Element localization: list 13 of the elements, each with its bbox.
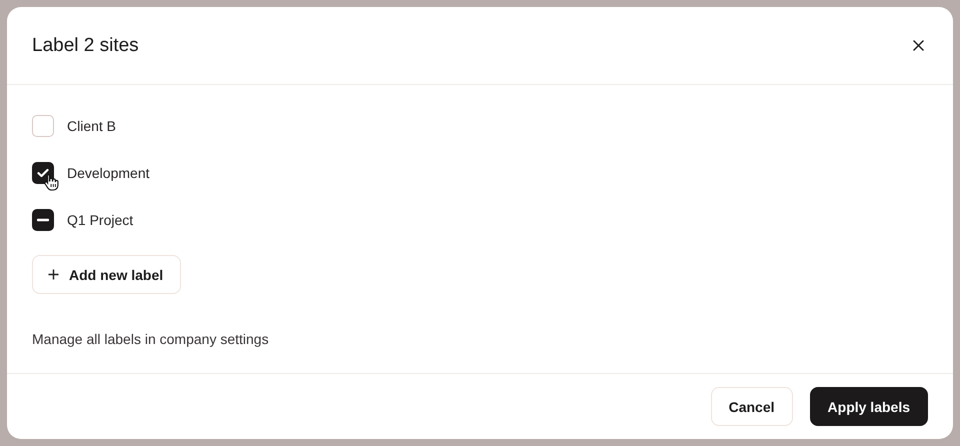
checkbox[interactable]: [32, 209, 54, 231]
close-icon: [913, 40, 924, 51]
add-label-button[interactable]: Add new label: [32, 255, 182, 294]
check-icon: [37, 168, 49, 178]
hand-cursor-icon: [44, 173, 59, 191]
cancel-button[interactable]: Cancel: [710, 387, 793, 426]
dialog-title: Label 2 sites: [32, 34, 139, 56]
plus-icon: [48, 269, 59, 280]
label-name: Q1 Project: [67, 212, 134, 228]
settings-note: Manage all labels in company settings: [32, 331, 270, 347]
label-name: Client B: [67, 118, 116, 134]
label-name: Development: [67, 165, 150, 181]
apply-button[interactable]: Apply labels: [810, 387, 928, 426]
